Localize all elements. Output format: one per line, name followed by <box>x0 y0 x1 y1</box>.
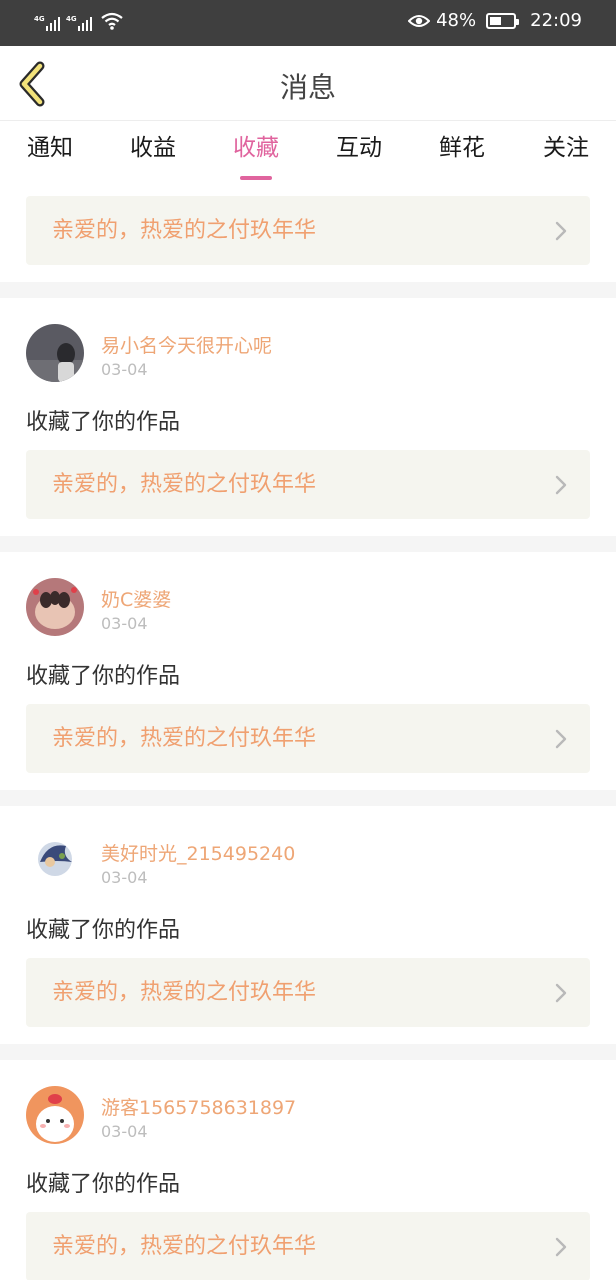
eye-comfort-icon <box>408 14 431 27</box>
cellular-signal-icon: 4G <box>34 15 60 31</box>
work-card[interactable]: 亲爱的，热爱的之付玖年华 <box>26 196 590 265</box>
action-text: 收藏了你的作品 <box>26 664 181 689</box>
username[interactable]: 易小名今天很开心呢 <box>101 331 272 358</box>
tab-label: 鲜花 <box>439 135 485 161</box>
work-card[interactable]: 亲爱的，热爱的之付玖年华 <box>26 704 590 773</box>
chevron-right-icon <box>555 729 567 749</box>
section-separator <box>0 1044 616 1060</box>
cellular-signal-icon: 4G <box>66 15 92 31</box>
network-type: 4G <box>66 15 77 23</box>
section-separator <box>0 536 616 552</box>
user-avatar[interactable] <box>26 1086 84 1144</box>
battery-percent: 48% <box>436 10 477 31</box>
tab-label: 收藏 <box>233 135 279 161</box>
page-title: 消息 <box>279 71 336 104</box>
user-avatar[interactable] <box>26 832 84 890</box>
user-avatar[interactable] <box>26 578 84 636</box>
tab-label: 通知 <box>27 135 73 161</box>
tab-interactions[interactable]: 互动 <box>307 129 411 181</box>
message-date: 03-04 <box>101 868 148 887</box>
message-date: 03-04 <box>101 1122 148 1141</box>
work-title: 亲爱的，热爱的之付玖年华 <box>52 1234 317 1259</box>
tab-label: 互动 <box>336 135 382 161</box>
work-title: 亲爱的，热爱的之付玖年华 <box>52 726 317 751</box>
action-text: 收藏了你的作品 <box>26 1172 181 1197</box>
clock: 22:09 <box>530 10 582 31</box>
battery-icon <box>486 12 520 29</box>
tab-notifications[interactable]: 通知 <box>0 129 102 181</box>
status-bar: 4G 4G 48% 22:09 <box>0 0 616 46</box>
action-text: 收藏了你的作品 <box>26 410 181 435</box>
action-text: 收藏了你的作品 <box>26 918 181 943</box>
section-separator <box>0 282 616 298</box>
chevron-right-icon <box>555 983 567 1003</box>
username[interactable]: 奶C婆婆 <box>101 585 171 612</box>
chevron-right-icon <box>555 475 567 495</box>
work-card[interactable]: 亲爱的，热爱的之付玖年华 <box>26 450 590 519</box>
chevron-right-icon <box>555 221 567 241</box>
username[interactable]: 游客1565758631897 <box>101 1093 296 1120</box>
work-card[interactable]: 亲爱的，热爱的之付玖年华 <box>26 958 590 1027</box>
active-tab-indicator <box>240 176 272 180</box>
wifi-icon <box>101 12 123 30</box>
work-title: 亲爱的，热爱的之付玖年华 <box>52 472 317 497</box>
section-separator <box>0 790 616 806</box>
message-date: 03-04 <box>101 360 148 379</box>
category-tabs: 通知 收益 收藏 互动 鲜花 关注 <box>0 121 616 181</box>
status-right: 48% 22:09 <box>408 10 582 31</box>
tab-earnings[interactable]: 收益 <box>101 129 205 181</box>
network-type: 4G <box>34 15 45 23</box>
username[interactable]: 美好时光_215495240 <box>101 839 295 866</box>
tab-favorites[interactable]: 收藏 <box>204 129 308 181</box>
tab-label: 关注 <box>543 135 589 161</box>
tab-label: 收益 <box>130 135 176 161</box>
user-avatar[interactable] <box>26 324 84 382</box>
work-title: 亲爱的，热爱的之付玖年华 <box>52 218 317 243</box>
chevron-right-icon <box>555 1237 567 1257</box>
tab-follows[interactable]: 关注 <box>514 129 616 181</box>
status-left: 4G 4G <box>34 11 124 31</box>
work-card[interactable]: 亲爱的，热爱的之付玖年华 <box>26 1212 590 1280</box>
message-date: 03-04 <box>101 614 148 633</box>
tab-flowers[interactable]: 鲜花 <box>410 129 514 181</box>
app-header: 消息 <box>0 46 616 121</box>
work-title: 亲爱的，热爱的之付玖年华 <box>52 980 317 1005</box>
